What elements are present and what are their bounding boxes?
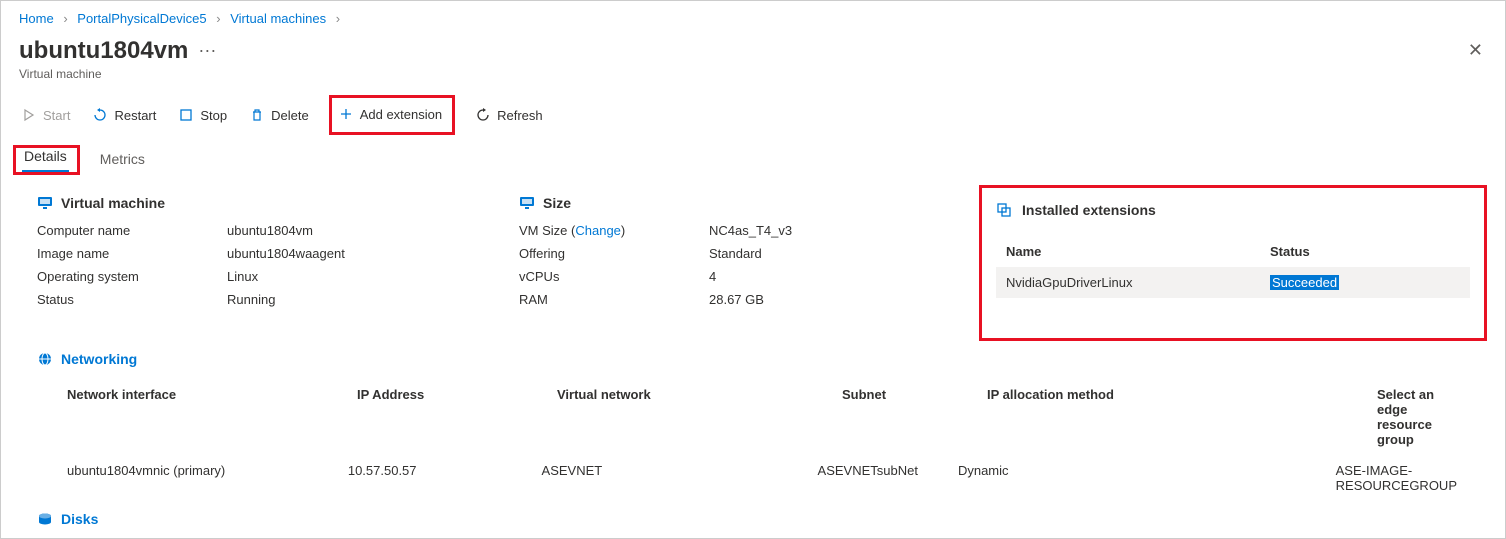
delete-button[interactable]: Delete: [247, 103, 311, 127]
networking-section-header[interactable]: Networking: [37, 351, 1487, 367]
net-subnet: ASEVNETsubNet: [818, 463, 958, 493]
add-extension-label: Add extension: [360, 107, 442, 122]
start-label: Start: [43, 108, 70, 123]
disk-icon: [37, 511, 53, 527]
refresh-button[interactable]: Refresh: [473, 103, 545, 127]
value-status: Running: [227, 292, 519, 307]
restart-button[interactable]: Restart: [90, 103, 158, 127]
ext-col-name: Name: [1006, 244, 1270, 259]
net-col-rg: Select an edge resource group: [1377, 387, 1457, 447]
label-status: Status: [37, 292, 227, 307]
label-ram: RAM: [519, 292, 709, 307]
monitor-icon: [37, 195, 53, 211]
size-section-header: Size: [519, 195, 959, 211]
value-os: Linux: [227, 269, 519, 284]
refresh-icon: [475, 107, 491, 123]
trash-icon: [249, 107, 265, 123]
breadcrumb-device[interactable]: PortalPhysicalDevice5: [77, 11, 206, 26]
start-button[interactable]: Start: [19, 103, 72, 127]
play-icon: [21, 107, 37, 123]
delete-label: Delete: [271, 108, 309, 123]
net-col-nic: Network interface: [67, 387, 357, 447]
value-computer-name: ubuntu1804vm: [227, 223, 519, 238]
restart-label: Restart: [114, 108, 156, 123]
breadcrumb: Home › PortalPhysicalDevice5 › Virtual m…: [19, 11, 1487, 26]
net-alloc: Dynamic: [958, 463, 1336, 493]
close-icon[interactable]: ✕: [1464, 36, 1487, 65]
net-col-alloc: IP allocation method: [987, 387, 1377, 447]
net-rg: ASE-IMAGE-RESOURCEGROUP: [1336, 463, 1457, 493]
value-vmsize: NC4as_T4_v3: [709, 223, 959, 238]
add-extension-button[interactable]: Add extension: [336, 102, 444, 126]
label-os: Operating system: [37, 269, 227, 284]
monitor-icon: [519, 195, 535, 211]
chevron-right-icon: ›: [336, 11, 340, 26]
more-icon[interactable]: ···: [198, 40, 216, 61]
value-image-name: ubuntu1804waagent: [227, 246, 519, 261]
extension-icon: [996, 202, 1012, 218]
label-offering: Offering: [519, 246, 709, 261]
breadcrumb-vms[interactable]: Virtual machines: [230, 11, 326, 26]
extension-row[interactable]: NvidiaGpuDriverLinux Succeeded: [996, 267, 1470, 298]
tab-details[interactable]: Details: [22, 142, 69, 172]
extensions-header: Installed extensions: [1022, 202, 1156, 218]
stop-button[interactable]: Stop: [176, 103, 229, 127]
net-col-ip: IP Address: [357, 387, 557, 447]
value-vcpus: 4: [709, 269, 959, 284]
globe-icon: [37, 351, 53, 367]
label-vmsize: VM Size (Change): [519, 223, 709, 238]
chevron-right-icon: ›: [216, 11, 220, 26]
disks-section-header[interactable]: Disks: [37, 511, 1487, 527]
extension-name: NvidiaGpuDriverLinux: [1006, 275, 1270, 290]
net-ip: 10.57.50.57: [348, 463, 542, 493]
stop-icon: [178, 107, 194, 123]
restart-icon: [92, 107, 108, 123]
net-nic: ubuntu1804vmnic (primary): [67, 463, 348, 493]
tab-metrics[interactable]: Metrics: [98, 145, 147, 175]
label-image-name: Image name: [37, 246, 227, 261]
page-subtitle: Virtual machine: [19, 67, 1487, 81]
page-title: ubuntu1804vm: [19, 37, 188, 65]
tabs: Details Metrics: [19, 145, 1487, 175]
net-col-vnet: Virtual network: [557, 387, 842, 447]
toolbar: Start Restart Stop Delete Add extension …: [19, 95, 1487, 135]
ext-col-status: Status: [1270, 244, 1460, 259]
extension-status: Succeeded: [1270, 275, 1339, 290]
value-ram: 28.67 GB: [709, 292, 959, 307]
stop-label: Stop: [200, 108, 227, 123]
change-size-link[interactable]: Change: [575, 223, 621, 238]
network-row: ubuntu1804vmnic (primary) 10.57.50.57 AS…: [37, 455, 1487, 501]
net-col-subnet: Subnet: [842, 387, 987, 447]
label-computer-name: Computer name: [37, 223, 227, 238]
breadcrumb-home[interactable]: Home: [19, 11, 54, 26]
label-vcpus: vCPUs: [519, 269, 709, 284]
plus-icon: [338, 106, 354, 122]
vm-section-header: Virtual machine: [37, 195, 519, 211]
value-offering: Standard: [709, 246, 959, 261]
refresh-label: Refresh: [497, 108, 543, 123]
chevron-right-icon: ›: [63, 11, 67, 26]
extensions-panel: Installed extensions Name Status NvidiaG…: [979, 185, 1487, 341]
net-vnet: ASEVNET: [542, 463, 818, 493]
